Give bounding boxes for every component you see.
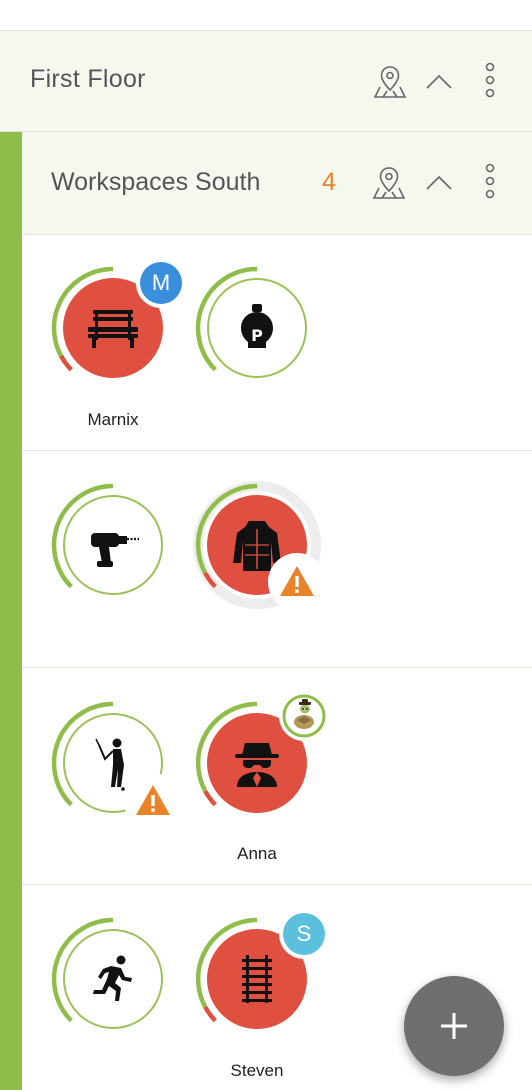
- floor-header[interactable]: First Floor: [0, 31, 532, 132]
- workspace-row: Anna: [22, 668, 532, 885]
- workspace-drill[interactable]: [49, 481, 177, 609]
- turtle-avatar-icon: [282, 694, 326, 738]
- avatar-initial: M: [140, 262, 182, 304]
- occupant-name: Marnix: [87, 410, 139, 429]
- workspace-runner[interactable]: [49, 915, 177, 1043]
- user-avatar-badge: [279, 691, 329, 741]
- warning-icon: [135, 784, 171, 816]
- plus-icon: [441, 1013, 467, 1039]
- map-pin-icon[interactable]: [370, 61, 410, 101]
- group-title: Workspaces South: [51, 168, 261, 196]
- occupant-name: Steven: [230, 1061, 284, 1080]
- workspace-lightbulb[interactable]: P: [193, 264, 321, 392]
- warning-icon: [279, 565, 315, 597]
- map-pin-icon[interactable]: [369, 162, 409, 202]
- spy-icon: [227, 733, 287, 793]
- more-vertical-icon[interactable]: [470, 162, 510, 202]
- user-avatar-badge: M: [136, 258, 186, 308]
- runner-icon: [83, 949, 143, 1009]
- chevron-up-icon[interactable]: [419, 61, 459, 101]
- drill-icon: [83, 515, 143, 575]
- bench-icon: [83, 298, 143, 358]
- group-count-badge: 4: [322, 168, 336, 196]
- user-avatar-badge: S: [279, 909, 329, 959]
- occupant-name: Anna: [237, 844, 277, 863]
- svg-text:P: P: [251, 326, 263, 345]
- more-vertical-icon[interactable]: [470, 61, 510, 101]
- add-workspace-button[interactable]: [404, 976, 504, 1076]
- group-header[interactable]: Workspaces South 4: [22, 132, 532, 235]
- avatar-initial: S: [283, 913, 325, 955]
- chevron-up-icon[interactable]: [419, 162, 459, 202]
- railway-track-icon: [227, 949, 287, 1009]
- top-strip: [0, 0, 532, 31]
- lightbulb-p-icon: P: [227, 298, 287, 358]
- workspace-row: [22, 451, 532, 668]
- workspace-row: M Marnix P: [22, 235, 532, 451]
- floor-title: First Floor: [30, 65, 146, 93]
- group-indent-bar: [0, 132, 22, 1090]
